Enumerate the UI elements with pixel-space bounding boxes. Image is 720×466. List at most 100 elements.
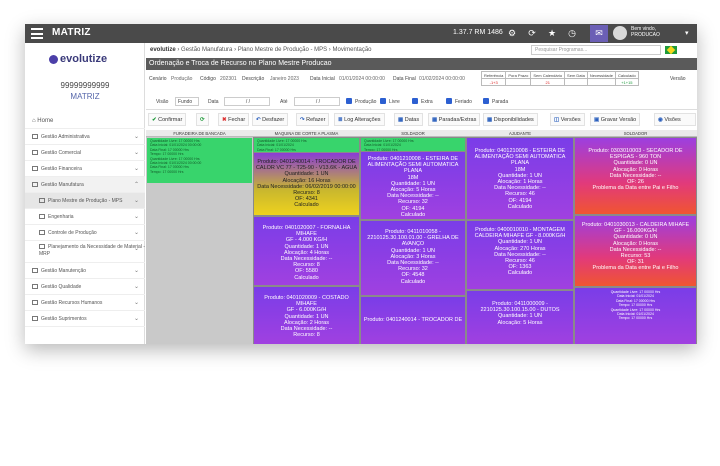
ate-input[interactable]: / / [294,97,340,106]
production-order-card[interactable]: Produto: 0411000009 - 2210125.30.100.15.… [467,291,573,344]
folder-icon [39,230,45,235]
resource-column: AJUDANTE Produto: 0401210008 - ESTEIRA D… [466,130,574,344]
free-slot-card[interactable]: Quantidade Livre: 17 00000 Hrs Data Inic… [575,288,696,344]
versions-icon: ◫ [554,117,560,123]
gear-icon[interactable]: ⚙ [505,27,519,40]
descricao-value: Janeiro 2023 [270,76,299,82]
folder-icon [32,316,38,321]
column-header: AJUDANTE [466,130,574,137]
chevron-down-icon: ⌄ [133,134,139,140]
production-order-card[interactable]: Produto: 0401240014 - TROCADOR DE CALOR … [254,153,359,215]
summary-cell [586,78,616,86]
chevron-down-icon[interactable]: ▾ [685,29,689,37]
breadcrumb-item: Movimentação [332,47,372,53]
production-order-card[interactable]: Produto: 0401020007 - FORNALHA MIHAFE GF… [254,217,359,285]
undo-icon: ↶ [256,117,261,123]
free-slot-card[interactable]: Quantidade Livre: 17 00000 Hrs Data Inic… [361,138,465,151]
toolbar: ✔ Confirmar ⟳ ✖ Fechar ↶ Desfazer ↷ Refa… [146,111,697,129]
sidebar-item-controle-producao[interactable]: Controle de Produção ⌄ [25,225,145,241]
production-order-card[interactable]: Produto: 0303010003 - SECADOR DE ESPIGAS… [575,138,696,214]
avatar[interactable] [613,26,627,40]
resource-column: FURADEIRA DE BANCADA Quantidade Livre: 1… [146,130,253,344]
production-order-card[interactable]: Produto: 0401020009 - COSTADO MIHAFE GF … [254,287,359,344]
production-order-card[interactable]: Produto: 0401210008 - ESTEIRA DE ALIMENT… [467,138,573,219]
chevron-down-icon: ⌄ [133,198,139,204]
parada-checkbox[interactable] [483,98,489,104]
sidebar-item-comercial[interactable]: Gestão Comercial ⌄ [25,145,145,161]
data-input[interactable]: / / [224,97,270,106]
refazer-button[interactable]: ↷ Refazer [296,113,330,126]
sidebar-item-label: Gestão Qualidade [41,284,82,290]
fechar-button[interactable]: ✖ Fechar [218,113,250,126]
sidebar: evolutize 99999999999 MATRIZ ⌂ Home Gest… [25,43,145,344]
free-slot-card[interactable]: Quantidade Livre: 17 00000 Hrs Data Inic… [147,138,252,183]
extra-checkbox[interactable] [412,98,418,104]
livre-label: Livre [389,99,400,105]
codigo-value: 202301 [220,76,237,82]
calendar-icon: ▦ [432,117,438,123]
user-info[interactable]: Bem vindo, PRODUCAO [631,26,660,38]
column-header: SOLDADOR [574,130,697,137]
button-label: Log Alterações [344,117,381,123]
sidebar-item-suprimentos[interactable]: Gestão Suprimentos ⌄ [25,311,145,327]
breadcrumb-item[interactable]: Gestão Manufatura [181,47,232,53]
production-order-card[interactable]: Produto: 0401210008 - ESTEIRA DE ALIMENT… [361,152,465,219]
sidebar-item-label: Gestão Recursos Humanos [41,300,103,306]
sidebar-item-engenharia[interactable]: Engenharia ⌄ [25,209,145,225]
summary-cell: -1+3 [480,78,507,86]
visao-label: Visão [156,99,169,105]
production-order-card[interactable]: Produto: 0401030013 - CALDEIRA MIHAFE GF… [575,216,696,286]
confirmar-button[interactable]: ✔ Confirmar [148,113,187,126]
clock-icon[interactable]: ◷ [565,27,579,40]
disponibilidades-button[interactable]: ▦ Disponibilidades [483,113,538,126]
sidebar-item-mrp[interactable]: Planejamento da Necessidade de Material … [25,241,145,263]
summary-header: Pora Prazo [505,71,532,79]
button-label: Disponibilidades [493,117,534,123]
sidebar-item-label: Gestão Manufatura [41,182,84,188]
resource-column: SOLDADOR Produto: 0303010003 - SECADOR D… [574,130,697,344]
brazil-flag-icon[interactable] [665,45,677,55]
livre-checkbox[interactable] [380,98,386,104]
refresh-icon[interactable]: ⟳ [525,27,539,40]
breadcrumb-brand[interactable]: evolutize [150,47,176,53]
free-slot-card[interactable]: Quantidade Livre: 17 00000 Hrs Data Inic… [254,138,359,152]
sidebar-item-manutencao[interactable]: Gestão Manutenção ⌄ [25,263,145,279]
versoes-button[interactable]: ◫ Versões [550,113,585,126]
sidebar-item-administrativa[interactable]: Gestão Administrativa ⌄ [25,129,145,145]
visao-select[interactable]: Fundo [175,97,199,106]
summary-cell [505,78,532,86]
chevron-down-icon: ⌄ [133,150,139,156]
check-icon: ✔ [152,117,157,123]
header-fields: Cenário Produção Código 202301 Descrição… [146,70,697,93]
sidebar-item-qualidade[interactable]: Gestão Qualidade ⌄ [25,279,145,295]
star-icon[interactable]: ★ [545,27,559,40]
sidebar-item-label: Gestão Financeira [41,166,82,172]
sidebar-item-manufatura[interactable]: Gestão Manufatura ⌃ [25,177,145,193]
breadcrumb-item[interactable]: Plano Mestre de Produção - MPS [238,47,327,53]
sidebar-item-financeira[interactable]: Gestão Financeira ⌄ [25,161,145,177]
sidebar-item-label: Engenharia [48,214,74,220]
data-final-label: Data Final [393,76,416,82]
production-order-card[interactable]: Produto: 0400010010 - MONTAGEM CALDEIRA … [467,221,573,289]
sidebar-item-mps[interactable]: Plano Mestre de Produção - MPS ⌄ [25,193,145,209]
sidebar-item-rh[interactable]: Gestão Recursos Humanos ⌄ [25,295,145,311]
reload-button[interactable]: ⟳ [196,113,209,126]
log-alteracoes-button[interactable]: ≣ Log Alterações [334,113,385,126]
search-input[interactable]: Pesquisar Programas... [531,45,661,55]
producao-checkbox[interactable] [346,98,352,104]
button-label: Refazer [306,117,326,123]
menu-icon[interactable] [31,28,43,39]
gravar-versao-button[interactable]: ▣ Gravar Versão [590,113,641,126]
data-inicial-value: 01/01/2024 00:00:00 [339,76,385,82]
desfazer-button[interactable]: ↶ Desfazer [252,113,289,126]
sidebar-item-label: Planejamento da Necessidade de Material … [39,244,145,257]
paradas-extras-button[interactable]: ▦ Paradas/Extras [428,113,481,126]
mail-icon[interactable]: ✉ [590,25,608,42]
feriado-checkbox[interactable] [446,98,452,104]
folder-icon [32,134,38,139]
visoes-button[interactable]: ◉ Visões [654,113,696,126]
sidebar-item-home[interactable]: ⌂ Home [25,113,145,129]
production-order-card[interactable]: Produto: 0411010058 - 2210125.30.100.01.… [361,221,465,295]
production-order-card[interactable]: Produto: 0401240014 - TROCADOR DE [361,297,465,344]
datas-button[interactable]: ▦ Datas [394,113,424,126]
